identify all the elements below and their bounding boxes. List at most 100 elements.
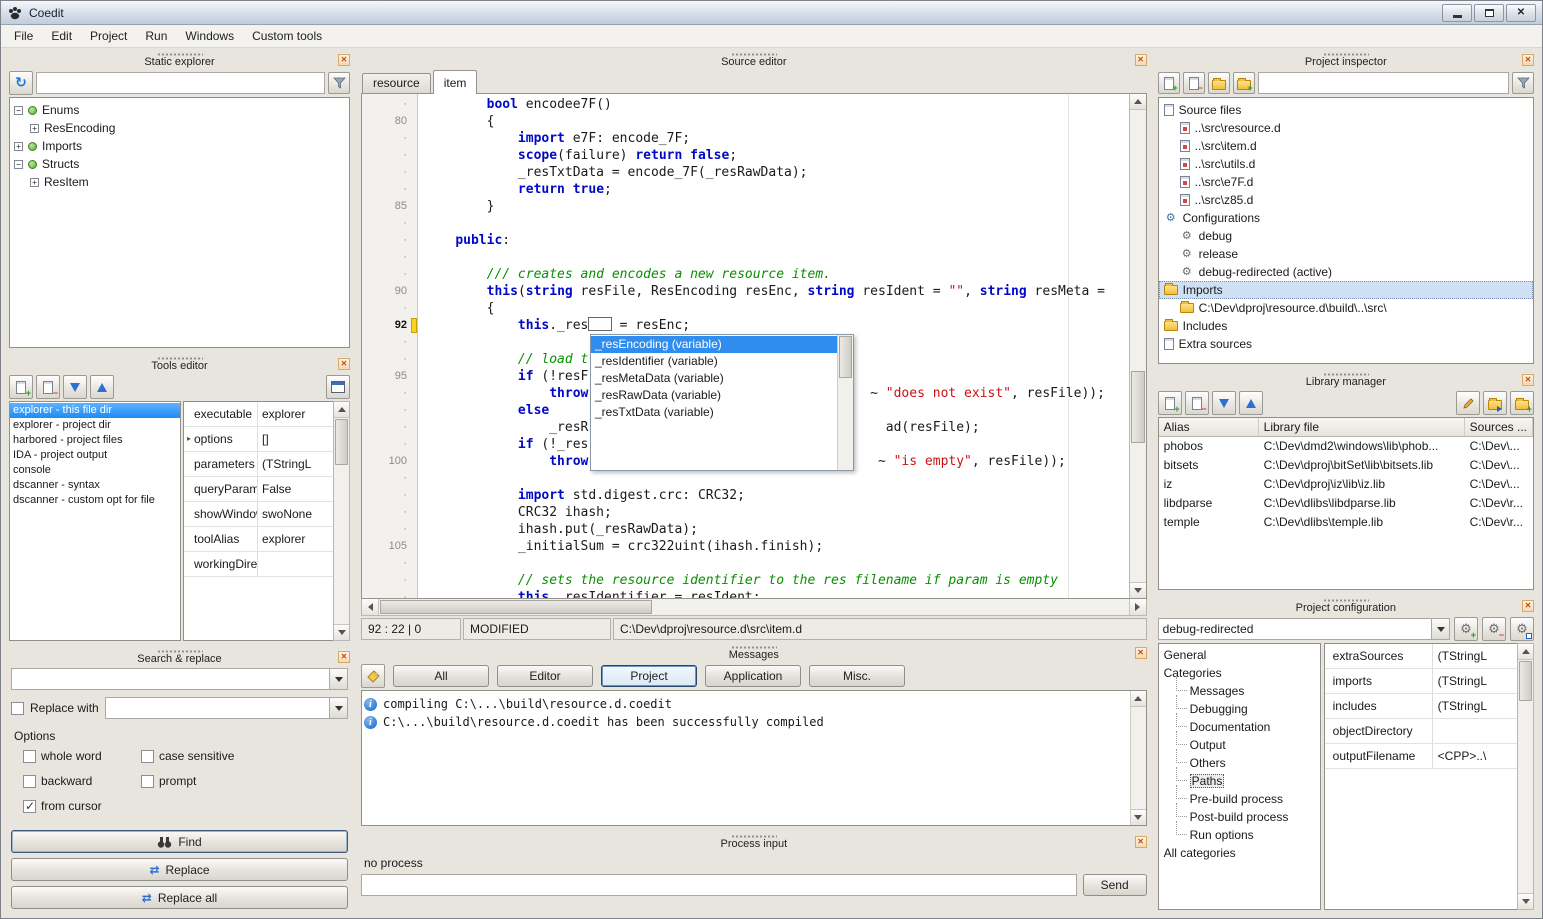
editor-gutter[interactable]: ·80····85····90·92··95····100····105··· [362, 94, 418, 598]
config-scrollbar[interactable] [1517, 643, 1534, 910]
inspector-node[interactable]: ⚙Configurations [1159, 209, 1533, 227]
inspector-node[interactable]: Imports [1159, 281, 1533, 299]
messages-close-button[interactable] [1135, 647, 1147, 659]
completion-scrollbar[interactable] [837, 335, 853, 470]
tool-list-item[interactable]: explorer - this file dir [10, 403, 180, 418]
static-explorer-close-button[interactable] [338, 54, 350, 66]
scroll-thumb[interactable] [335, 419, 348, 465]
project-configuration-close-button[interactable] [1522, 600, 1534, 612]
inspector-node[interactable]: ⚙debug [1159, 227, 1533, 245]
property-value[interactable]: (TStringL [258, 457, 333, 471]
send-button[interactable]: Send [1083, 874, 1147, 896]
inspector-node[interactable]: ..\src\z85.d [1159, 191, 1533, 209]
tools-editor-close-button[interactable] [338, 358, 350, 370]
expander-icon[interactable]: + [30, 178, 39, 187]
combo-dropdown-button[interactable] [329, 669, 347, 689]
inspector-filter-input[interactable] [1258, 72, 1509, 94]
scroll-thumb[interactable] [1131, 371, 1145, 443]
remove-source-button[interactable]: − [1183, 72, 1205, 94]
combo-dropdown-button[interactable] [329, 698, 347, 718]
maximize-button[interactable] [1474, 4, 1504, 22]
tool-list-item[interactable]: harbored - project files [10, 433, 180, 448]
tool-props-scrollbar[interactable] [333, 401, 350, 641]
execute-tool-button[interactable] [326, 375, 350, 399]
tool-list-item[interactable]: IDA - project output [10, 448, 180, 463]
tool-property-row[interactable]: workingDirect [184, 552, 333, 577]
symbol-filter-input[interactable] [36, 72, 325, 94]
replace-term-combo[interactable] [105, 697, 348, 719]
scroll-down-icon[interactable] [334, 624, 349, 640]
tool-list-item[interactable]: explorer - project dir [10, 418, 180, 433]
editor-tab-resource[interactable]: resource [362, 73, 431, 93]
config-category-general[interactable]: General [1159, 646, 1320, 664]
find-button[interactable]: Find [11, 830, 348, 853]
config-property-row[interactable]: imports(TStringL [1325, 669, 1517, 694]
messages-filter-misc[interactable]: Misc. [809, 665, 905, 687]
source-editor-close-button[interactable] [1135, 54, 1147, 66]
messages-scrollbar[interactable] [1130, 691, 1146, 825]
config-props[interactable]: extraSources(TStringLimports(TStringLinc… [1324, 643, 1517, 910]
messages-categories-button[interactable] [361, 664, 385, 688]
messages-filter-project[interactable]: Project [601, 665, 697, 687]
inspector-node[interactable]: ..\src\e7F.d [1159, 173, 1533, 191]
remove-tool-button[interactable]: − [36, 375, 60, 399]
property-value[interactable]: False [258, 482, 333, 496]
close-button[interactable]: ✕ [1506, 4, 1536, 22]
tool-list[interactable]: explorer - this file direxplorer - proje… [9, 401, 181, 641]
static-explorer-node[interactable]: +ResItem [10, 173, 349, 191]
search-option-from-cursor[interactable]: from cursor [23, 799, 141, 813]
process-input-field[interactable] [361, 874, 1077, 896]
scroll-up-icon[interactable] [1130, 94, 1146, 110]
search-option-whole-word[interactable]: whole word [23, 749, 141, 763]
menu-item-windows[interactable]: Windows [176, 25, 243, 47]
property-value[interactable]: <CPP>..\ [1433, 749, 1517, 763]
messages-filter-editor[interactable]: Editor [497, 665, 593, 687]
scroll-thumb[interactable] [839, 336, 852, 378]
scroll-down-icon[interactable] [1130, 582, 1146, 598]
minimize-button[interactable] [1442, 4, 1472, 22]
config-category-all-categories[interactable]: All categories [1159, 844, 1320, 862]
expander-icon[interactable]: + [14, 142, 23, 151]
tool-list-item[interactable]: console [10, 463, 180, 478]
library-from-folder-button[interactable] [1483, 391, 1507, 415]
inspector-node[interactable]: Includes [1159, 317, 1533, 335]
expander-icon[interactable]: − [14, 106, 23, 115]
process-input-close-button[interactable] [1135, 836, 1147, 848]
inspector-node[interactable]: ..\src\resource.d [1159, 119, 1533, 137]
scroll-up-icon[interactable] [1518, 644, 1533, 660]
expander-icon[interactable]: + [30, 124, 39, 133]
library-column-header[interactable]: Sources ... [1465, 418, 1533, 436]
library-row[interactable]: phobosC:\Dev\dmd2\windows\lib\phob...C:\… [1159, 437, 1533, 456]
scroll-left-icon[interactable] [362, 599, 379, 615]
property-value[interactable]: explorer [258, 532, 333, 546]
inspector-node[interactable]: ⚙debug-redirected (active) [1159, 263, 1533, 281]
scroll-thumb[interactable] [380, 600, 652, 614]
expander-icon[interactable]: − [14, 160, 23, 169]
inspector-node[interactable]: Extra sources [1159, 335, 1533, 353]
symbol-filter-button[interactable] [328, 72, 350, 94]
messages-filter-application[interactable]: Application [705, 665, 801, 687]
scroll-right-icon[interactable] [1129, 599, 1146, 615]
property-value[interactable]: swoNone [258, 507, 333, 521]
search-option-backward[interactable]: backward [23, 774, 141, 788]
move-library-up-button[interactable] [1239, 391, 1263, 415]
scroll-up-icon[interactable] [334, 402, 349, 418]
replace-button[interactable]: ⇄ Replace [11, 858, 348, 881]
property-value[interactable]: explorer [258, 407, 333, 421]
editor-hscrollbar[interactable] [361, 599, 1147, 616]
tool-property-row[interactable]: showWindowsswoNone [184, 502, 333, 527]
inspector-node[interactable]: ..\src\item.d [1159, 137, 1533, 155]
replace-all-button[interactable]: ⇄ Replace all [11, 886, 348, 909]
tool-property-row[interactable]: ▸options[] [184, 427, 333, 452]
scroll-down-icon[interactable] [1131, 809, 1146, 825]
inspector-filter-button[interactable] [1512, 72, 1534, 94]
library-manager-close-button[interactable] [1522, 374, 1534, 386]
add-tool-button[interactable]: + [9, 375, 33, 399]
inspector-tree[interactable]: Source files..\src\resource.d..\src\item… [1158, 97, 1534, 364]
editor-area[interactable]: ·80····85····90·92··95····100····105··· … [361, 93, 1147, 599]
add-source-button[interactable]: + [1158, 72, 1180, 94]
static-explorer-node[interactable]: −Enums [10, 101, 349, 119]
library-row[interactable]: libdparseC:\Dev\dlibs\libdparse.libC:\De… [1159, 494, 1533, 513]
add-library-button[interactable]: + [1158, 391, 1182, 415]
completion-item[interactable]: _resEncoding (variable) [591, 336, 837, 353]
